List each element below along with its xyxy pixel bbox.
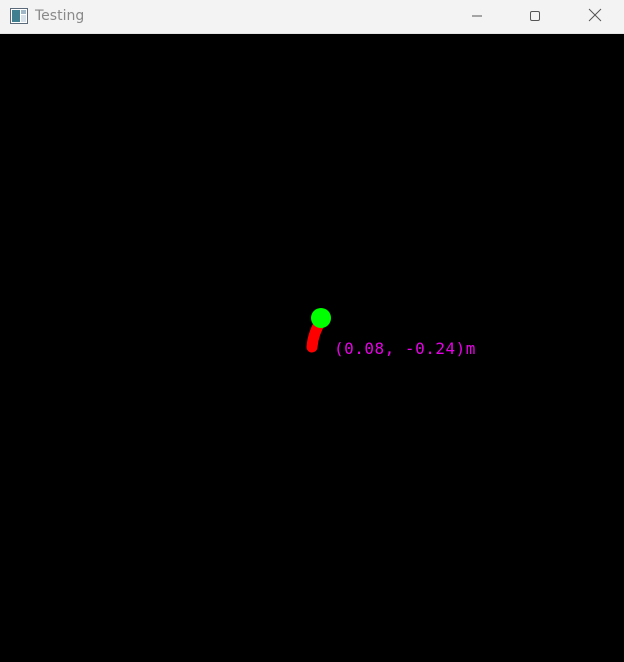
app-window-icon xyxy=(10,8,28,24)
minimize-button[interactable] xyxy=(448,0,506,33)
close-button[interactable] xyxy=(566,0,624,33)
scene-graphic xyxy=(306,308,331,353)
position-marker xyxy=(311,308,331,328)
minimize-icon xyxy=(471,7,483,26)
simulation-canvas[interactable]: (0.08, -0.24)m xyxy=(0,34,624,658)
maximize-button[interactable] xyxy=(506,0,564,33)
title-bar[interactable]: Testing xyxy=(0,0,624,34)
maximize-icon xyxy=(529,7,541,26)
window-title: Testing xyxy=(35,8,85,24)
close-icon xyxy=(588,7,602,26)
position-readout: (0.08, -0.24)m xyxy=(334,339,476,358)
app-window: Testing (0.08, -0.24)m xyxy=(0,0,624,658)
